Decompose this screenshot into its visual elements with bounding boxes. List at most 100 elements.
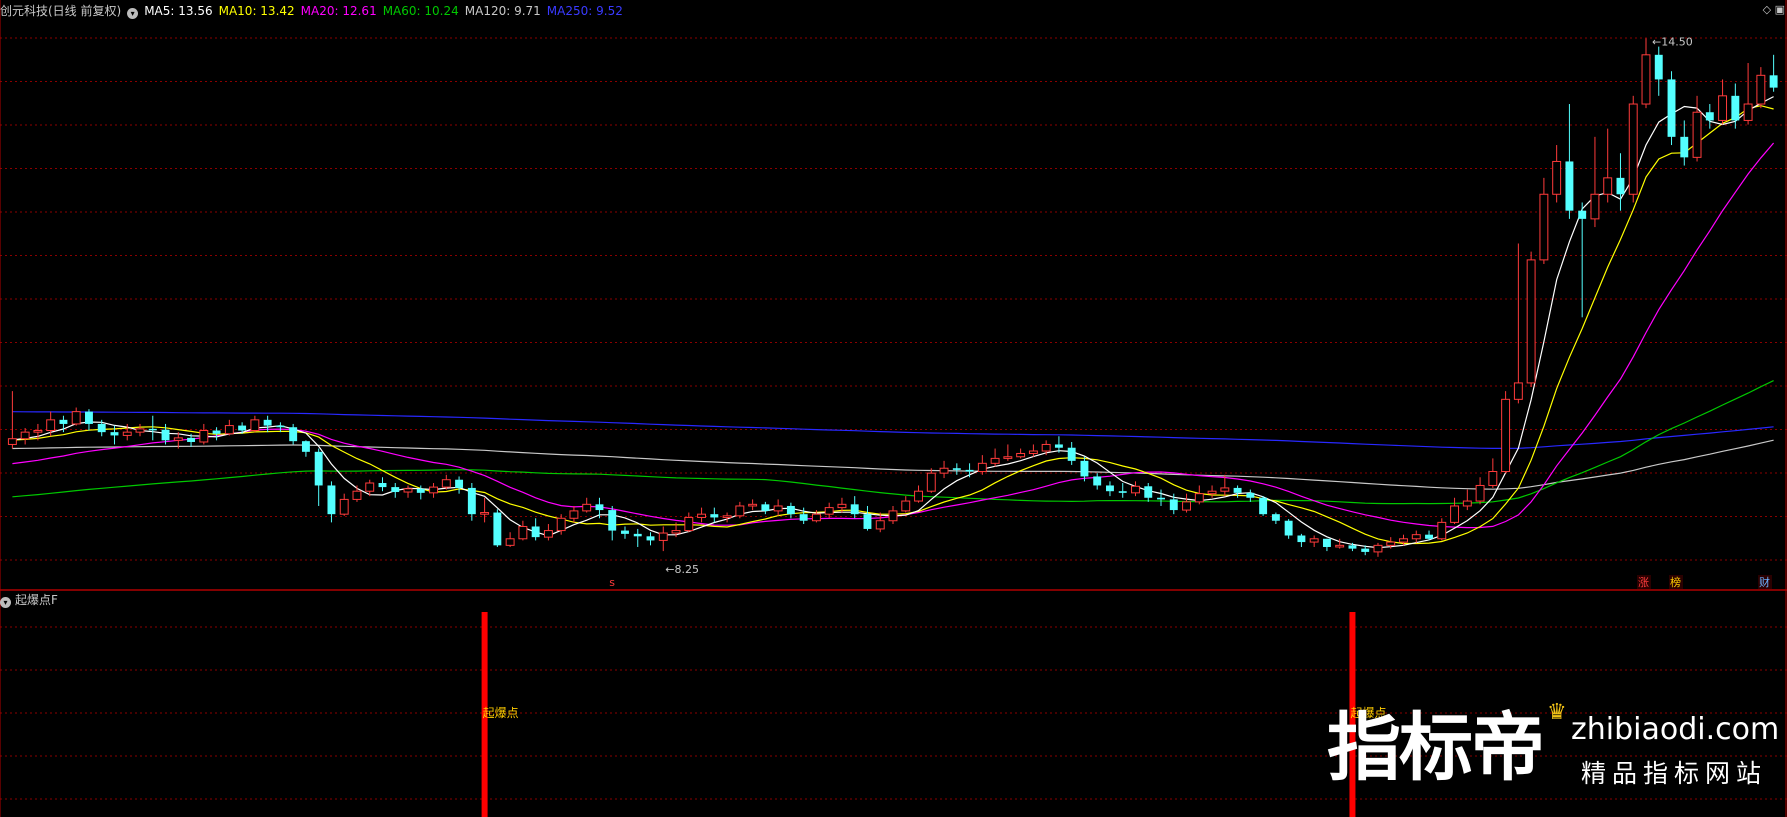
candle-body (761, 504, 770, 511)
candle-body (1578, 210, 1587, 219)
candle-body (1361, 548, 1370, 552)
candle-body (952, 468, 961, 470)
crown-icon: ♛ (1547, 700, 1567, 725)
candle-body (1233, 487, 1242, 493)
candle-body (518, 525, 528, 540)
candle-body (1157, 497, 1165, 500)
candle-body (161, 429, 170, 441)
candle-body (1565, 161, 1574, 211)
candle-body (7, 438, 17, 445)
candle-body (735, 505, 745, 517)
indicator-settings-icon[interactable]: ▾ (0, 597, 11, 608)
candle-body (621, 530, 629, 534)
candle-body (505, 538, 515, 546)
candle-body (875, 520, 885, 530)
settings-circle-icon[interactable]: ▾ (127, 8, 139, 19)
candle-body (863, 514, 872, 529)
ma5-label: MA5: 13.56 (144, 4, 213, 18)
candle-body (173, 437, 183, 441)
candle-body (1437, 521, 1447, 540)
candle-body (1590, 193, 1600, 220)
candle-body (33, 430, 43, 433)
candle-body (914, 490, 923, 502)
candle-body (1552, 160, 1562, 195)
candle-body (480, 512, 490, 515)
candle-body (1194, 493, 1204, 503)
candle-body (1526, 259, 1536, 384)
candle-body (1539, 193, 1549, 261)
window-controls[interactable]: ◇ ▣ (1763, 3, 1785, 16)
candle-body (71, 411, 81, 425)
candle-body (1462, 500, 1472, 507)
candle-body (1246, 492, 1255, 498)
candle-body (429, 486, 439, 494)
candle (1259, 496, 1268, 516)
candle-body (224, 425, 234, 435)
candle-body (1271, 514, 1280, 521)
candle-body (110, 432, 119, 436)
candle-body (1616, 177, 1625, 195)
candle-body (1641, 54, 1651, 105)
candle-body (238, 425, 247, 431)
ma120-label: MA120: 9.71 (464, 4, 541, 18)
candle-body (85, 411, 93, 424)
diamond-icon[interactable]: ◇ (1763, 3, 1771, 16)
watermark-sub: 精品指标网站 (1581, 759, 1768, 788)
candle-body (1131, 485, 1140, 494)
candle-body (646, 536, 655, 541)
candle-body (1425, 534, 1433, 539)
candle-body (352, 490, 362, 500)
candle-body (1297, 535, 1306, 543)
candle-body (1756, 74, 1766, 105)
candle-body (595, 504, 604, 511)
candle-body (990, 457, 1000, 464)
low-price-label: ←8.25 (665, 563, 699, 576)
candle-body (301, 441, 310, 452)
marker-bang: 榜 (1670, 575, 1681, 589)
candle-body (1373, 544, 1383, 553)
candle-body (467, 487, 476, 515)
candle-body (20, 431, 30, 440)
candle-body (327, 485, 336, 515)
candle-body (403, 488, 413, 493)
chart-svg[interactable]: ←14.50←8.25s 涨榜财 起爆点 起爆点 (0, 0, 1787, 817)
candle-body (1718, 95, 1728, 121)
candle-body (1284, 520, 1293, 536)
watermark: 指标帝 ♛ zhibiaodi.com 精品指标网站 (1325, 700, 1785, 800)
candle-body (1475, 484, 1485, 502)
candle-body (786, 505, 795, 515)
candle-body (148, 428, 157, 431)
candle-body (416, 488, 425, 493)
candle-body (773, 505, 783, 512)
candle-body (569, 510, 579, 519)
candle-body (1003, 456, 1013, 459)
candle-body (187, 437, 196, 442)
candle-body (1743, 103, 1753, 121)
marker-s: s (609, 576, 615, 589)
candle-body (1513, 382, 1523, 400)
restore-icon[interactable]: ▣ (1775, 3, 1785, 16)
candle-body (1348, 545, 1357, 549)
ma20-label: MA20: 12.61 (300, 4, 377, 18)
candle-body (250, 419, 260, 432)
candle (1501, 391, 1511, 474)
candle-body (1680, 136, 1689, 158)
candle (1667, 71, 1676, 146)
ma10-label: MA10: 13.42 (218, 4, 295, 18)
candle-body (671, 530, 681, 534)
candle-body (1144, 486, 1153, 498)
candle-body (1705, 112, 1714, 121)
candle-body (722, 515, 732, 518)
candle-body (1399, 538, 1408, 543)
candle-body (455, 479, 464, 488)
candle-body (314, 451, 323, 486)
candle-body (888, 510, 898, 522)
candle-body (1093, 476, 1102, 486)
candle-body (339, 498, 349, 515)
candle (1628, 95, 1638, 203)
candle-body (1220, 487, 1230, 492)
candle-body (365, 482, 375, 492)
candle-body (608, 510, 617, 531)
candle-body (633, 533, 642, 537)
candle-body (46, 419, 56, 432)
